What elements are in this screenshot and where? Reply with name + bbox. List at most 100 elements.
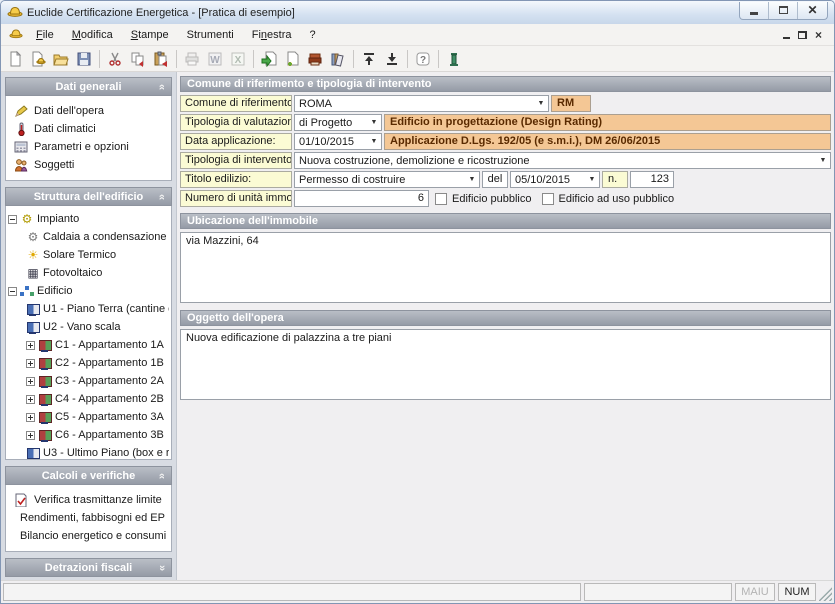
- minimize-icon: [750, 12, 758, 15]
- expand-expander-icon[interactable]: [26, 359, 35, 368]
- num-lock-indicator: NUM: [778, 583, 816, 601]
- edificio-pubblico-checkbox[interactable]: Edificio pubblico: [431, 190, 536, 207]
- tree-node-c5[interactable]: C5 - Appartamento 3A: [8, 408, 169, 426]
- help-button[interactable]: ?: [412, 48, 434, 70]
- menu-help[interactable]: ?: [300, 26, 324, 44]
- expand-expander-icon[interactable]: [26, 431, 35, 440]
- titolo-date-combobox[interactable]: 05/10/2015 ▼: [510, 171, 600, 188]
- edificio-uso-pubblico-checkbox[interactable]: Edificio ad uso pubblico: [538, 190, 679, 207]
- open-button[interactable]: [50, 48, 72, 70]
- tree-node-solare[interactable]: ☀ Solare Termico: [8, 246, 169, 264]
- panel-struttura-header[interactable]: Struttura dell'edificio »: [5, 187, 172, 206]
- paste-button[interactable]: [150, 48, 172, 70]
- chevron-down-icon[interactable]: ▼: [465, 176, 479, 183]
- data-applicazione-info-field: Applicazione D.Lgs. 192/05 (e s.m.i.), D…: [384, 133, 831, 150]
- library-button[interactable]: [327, 48, 349, 70]
- mdi-minimize-icon[interactable]: [783, 37, 790, 39]
- tree-node-c1[interactable]: C1 - Appartamento 1A: [8, 336, 169, 354]
- tree-node-impianto[interactable]: ⚙ Impianto: [8, 210, 169, 228]
- sidebar-item-dati-opera[interactable]: Dati dell'opera: [10, 102, 167, 120]
- close-button[interactable]: ✕: [798, 2, 827, 19]
- checkbox-icon[interactable]: [542, 193, 554, 205]
- menu-stampe[interactable]: Stampe: [122, 26, 178, 44]
- status-panel-secondary: [584, 583, 732, 601]
- panel-dati-generali-header[interactable]: Dati generali »: [5, 77, 172, 96]
- chevron-down-icon[interactable]: ▼: [816, 157, 830, 164]
- panel-title: Calcoli e verifiche: [42, 470, 136, 482]
- toolbar-separator: [253, 50, 254, 68]
- sidebar-item-soggetti[interactable]: Soggetti: [10, 156, 167, 174]
- titolo-combobox[interactable]: Permesso di costruire ▼: [294, 171, 480, 188]
- menu-file[interactable]: File: [27, 26, 63, 44]
- panel-calcoli-header[interactable]: Calcoli e verifiche »: [5, 466, 172, 485]
- mdi-restore-icon[interactable]: [798, 31, 807, 39]
- data-applicazione-combobox[interactable]: 01/10/2015 ▼: [294, 133, 382, 150]
- tree-node-c4[interactable]: C4 - Appartamento 2B: [8, 390, 169, 408]
- tree-node-u2[interactable]: U2 - Vano scala: [8, 318, 169, 336]
- new-document-button[interactable]: [4, 48, 26, 70]
- numero-titolo-input[interactable]: 123: [630, 171, 674, 188]
- menu-finestra[interactable]: Finestra: [243, 26, 301, 44]
- add-record-button[interactable]: [281, 48, 303, 70]
- unit-icon: [38, 339, 52, 352]
- export-excel-button[interactable]: X: [227, 48, 249, 70]
- title-bar: Euclide Certificazione Energetica - [Pra…: [1, 1, 834, 24]
- save-button[interactable]: [73, 48, 95, 70]
- expand-expander-icon[interactable]: [26, 413, 35, 422]
- chevron-up-icon[interactable]: »: [156, 84, 168, 90]
- tree-node-u1[interactable]: U1 - Piano Terra (cantine e: [8, 300, 169, 318]
- new-wizard-button[interactable]: [27, 48, 49, 70]
- comune-combobox[interactable]: ROMA ▼: [294, 95, 549, 112]
- expand-expander-icon[interactable]: [26, 377, 35, 386]
- chevron-down-icon[interactable]: ▼: [534, 100, 548, 107]
- menu-strumenti[interactable]: Strumenti: [178, 26, 243, 44]
- expand-expander-icon[interactable]: [26, 341, 35, 350]
- collapse-all-button[interactable]: [358, 48, 380, 70]
- expand-all-button[interactable]: [381, 48, 403, 70]
- oggetto-textarea[interactable]: Nuova edificazione di palazzina a tre pi…: [180, 329, 831, 400]
- tree-node-u3[interactable]: U3 - Ultimo Piano (box e rip: [8, 444, 169, 460]
- chevron-down-icon[interactable]: ▼: [585, 176, 599, 183]
- sidebar-item-dati-climatici[interactable]: Dati climatici: [10, 120, 167, 138]
- checkbox-icon[interactable]: [435, 193, 447, 205]
- comune-label: Comune di riferimento:: [180, 95, 292, 112]
- sidebar-item-parametri[interactable]: Parametri e opzioni: [10, 138, 167, 156]
- export-word-button[interactable]: W: [204, 48, 226, 70]
- import-button[interactable]: [258, 48, 280, 70]
- exit-button[interactable]: [443, 48, 465, 70]
- panel-dati-generali-body: Dati dell'opera Dati climatici Parametri…: [5, 96, 172, 181]
- intervento-combobox[interactable]: Nuova costruzione, demolizione e ricostr…: [294, 152, 831, 169]
- chevron-down-icon[interactable]: ▼: [367, 119, 381, 126]
- chevron-down-icon[interactable]: ▼: [367, 138, 381, 145]
- copy-button[interactable]: [127, 48, 149, 70]
- expand-expander-icon[interactable]: [26, 395, 35, 404]
- panel-detrazioni-header[interactable]: Detrazioni fiscali »: [5, 558, 172, 577]
- cut-button[interactable]: [104, 48, 126, 70]
- chevron-down-icon[interactable]: »: [156, 565, 168, 571]
- unita-input[interactable]: 6: [294, 190, 429, 207]
- collapse-expander-icon[interactable]: [8, 215, 17, 224]
- minimize-button[interactable]: [740, 2, 769, 19]
- print-button[interactable]: [181, 48, 203, 70]
- tree-node-caldaia[interactable]: ⚙ Caldaia a condensazione: [8, 228, 169, 246]
- maximize-button[interactable]: [769, 2, 798, 19]
- resize-grip[interactable]: [819, 583, 832, 601]
- tree-node-c6[interactable]: C6 - Appartamento 3B: [8, 426, 169, 444]
- tree-node-fotovoltaico[interactable]: ▦ Fotovoltaico: [8, 264, 169, 282]
- ubicazione-textarea[interactable]: via Mazzini, 64: [180, 232, 831, 303]
- tree-node-c2[interactable]: C2 - Appartamento 1B: [8, 354, 169, 372]
- export-button[interactable]: [304, 48, 326, 70]
- chevron-up-icon[interactable]: »: [156, 473, 168, 479]
- sidebar-item-rendimenti[interactable]: Rendimenti, fabbisogni ed EP: [10, 509, 167, 527]
- collapse-expander-icon[interactable]: [8, 287, 17, 296]
- provincia-field: RM: [551, 95, 591, 112]
- valutazione-combobox[interactable]: di Progetto ▼: [294, 114, 382, 131]
- mdi-close-icon[interactable]: ×: [815, 30, 822, 40]
- sidebar-item-bilancio[interactable]: Bilancio energetico e consumi: [10, 527, 167, 545]
- del-label: del: [482, 171, 508, 188]
- tree-node-c3[interactable]: C3 - Appartamento 2A: [8, 372, 169, 390]
- chevron-up-icon[interactable]: »: [156, 194, 168, 200]
- tree-node-edificio[interactable]: Edificio: [8, 282, 169, 300]
- menu-modifica[interactable]: Modifica: [63, 26, 122, 44]
- sidebar-item-verifica[interactable]: Verifica trasmittanze limite: [10, 491, 167, 509]
